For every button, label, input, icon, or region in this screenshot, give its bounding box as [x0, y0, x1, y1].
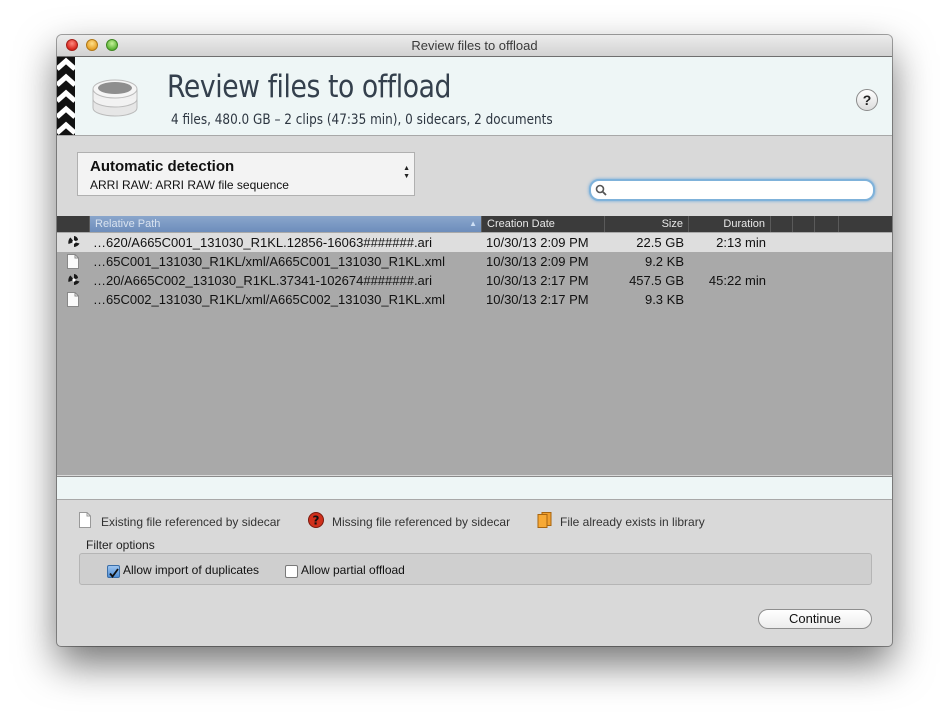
search-field[interactable]: [589, 179, 875, 201]
format-detection-select[interactable]: Automatic detection ARRI RAW: ARRI RAW f…: [77, 152, 415, 196]
legend-exists-in-library: File already exists in library: [537, 512, 705, 531]
page-title: Review files to offload: [167, 69, 451, 105]
cell-relative-path: …65C002_131030_R1KL/xml/A665C002_131030_…: [93, 292, 445, 307]
column-header-creation-date[interactable]: Creation Date: [482, 216, 605, 232]
filter-options-label: Filter options: [86, 538, 155, 552]
legend-existing-label: Existing file referenced by sidecar: [101, 515, 281, 529]
column-label: Duration: [723, 218, 765, 230]
cell-size: 9.2 KB: [644, 254, 684, 269]
allow-partial-checkbox[interactable]: [285, 565, 298, 578]
close-button[interactable]: [66, 39, 78, 51]
table-row[interactable]: …65C002_131030_R1KL/xml/A665C002_131030_…: [57, 290, 892, 309]
column-header-icon[interactable]: [57, 216, 90, 232]
cell-creation-date: 10/30/13 2:09 PM: [486, 254, 589, 269]
cell-relative-path: …20/A665C002_131030_R1KL.37341-102674###…: [93, 273, 433, 288]
column-header-relative-path[interactable]: Relative Path ▲: [90, 216, 482, 232]
files-table: Relative Path ▲ Creation Date Size Durat…: [57, 216, 892, 475]
checkmark-icon: [109, 568, 119, 578]
format-select-detail: ARRI RAW: ARRI RAW file sequence: [90, 178, 289, 192]
zoom-button[interactable]: [106, 39, 118, 51]
cell-duration: 45:22 min: [708, 273, 766, 288]
continue-button[interactable]: Continue: [758, 609, 872, 629]
cell-size: 9.3 KB: [644, 292, 684, 307]
table-row[interactable]: …20/A665C002_131030_R1KL.37341-102674###…: [57, 271, 892, 290]
legend-missing: ? Missing file referenced by sidecar: [308, 512, 510, 531]
summary-text: 4 files, 480.0 GB – 2 clips (47:35 min),…: [171, 112, 553, 128]
format-select-value: Automatic detection: [90, 158, 235, 175]
cell-relative-path: …620/A665C001_131030_R1KL.12856-16063###…: [93, 235, 433, 250]
status-strip: [57, 476, 892, 500]
cell-size: 22.5 GB: [636, 235, 684, 250]
table-header: Relative Path ▲ Creation Date Size Durat…: [57, 216, 892, 232]
clapperboard-stripe-icon: [57, 57, 75, 135]
allow-duplicates-checkbox[interactable]: [107, 565, 120, 578]
column-header-size[interactable]: Size: [605, 216, 689, 232]
minimize-button[interactable]: [86, 39, 98, 51]
column-label: Creation Date: [487, 218, 555, 230]
table-row[interactable]: …620/A665C001_131030_R1KL.12856-16063###…: [57, 233, 892, 252]
column-header-extra[interactable]: [815, 216, 839, 232]
search-input[interactable]: [609, 181, 864, 197]
cell-creation-date: 10/30/13 2:17 PM: [486, 292, 589, 307]
review-window: Review files to offload Review files to …: [57, 35, 892, 646]
legend-exists-label: File already exists in library: [560, 515, 705, 529]
column-label: Size: [661, 218, 683, 230]
svg-text:?: ?: [313, 514, 320, 528]
column-header-duration[interactable]: Duration: [689, 216, 771, 232]
cell-duration: 2:13 min: [716, 235, 766, 250]
title-bar[interactable]: Review files to offload: [57, 35, 892, 57]
allow-partial-label[interactable]: Allow partial offload: [301, 563, 405, 577]
column-header-extra[interactable]: [793, 216, 815, 232]
cell-relative-path: …65C001_131030_R1KL/xml/A665C001_131030_…: [93, 254, 445, 269]
column-header-extra[interactable]: [771, 216, 793, 232]
column-label: Relative Path: [95, 218, 161, 230]
cell-creation-date: 10/30/13 2:09 PM: [486, 235, 589, 250]
search-icon: [595, 183, 607, 201]
legend-existing: Existing file referenced by sidecar: [79, 512, 280, 531]
header-banner: Review files to offload 4 files, 480.0 G…: [57, 57, 892, 136]
cell-creation-date: 10/30/13 2:17 PM: [486, 273, 589, 288]
sort-ascending-icon: ▲: [469, 219, 477, 228]
table-row[interactable]: …65C001_131030_R1KL/xml/A665C001_131030_…: [57, 252, 892, 271]
updown-arrows-icon: ▲ ▼: [403, 165, 410, 180]
database-icon: [91, 77, 139, 124]
help-button[interactable]: ?: [856, 89, 878, 111]
legend-missing-label: Missing file referenced by sidecar: [332, 515, 511, 529]
window-title: Review files to offload: [411, 38, 538, 53]
allow-duplicates-label[interactable]: Allow import of duplicates: [123, 563, 259, 577]
document-icon: [67, 292, 79, 312]
missing-question-icon: ?: [308, 512, 324, 528]
filter-options-group: Allow import of duplicates Allow partial…: [79, 553, 872, 585]
document-icon: [79, 512, 91, 528]
cell-size: 457.5 GB: [629, 273, 684, 288]
duplicate-file-icon: [537, 512, 552, 528]
